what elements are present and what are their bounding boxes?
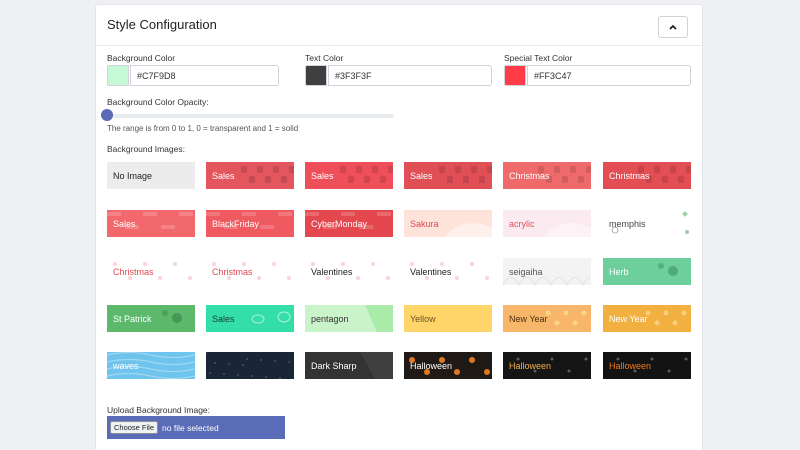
chevron-up-icon [669, 24, 677, 30]
background-color-label: Background Color [107, 53, 176, 63]
background-option[interactable]: Dark Sharp [305, 352, 393, 379]
background-option-label: Sales [113, 218, 136, 229]
card-title: Style Configuration [107, 17, 217, 32]
background-option-label: Sales [212, 313, 235, 324]
background-option-label: pentagon [311, 313, 349, 324]
background-option-label: BlackFriday [212, 218, 260, 229]
background-option-label: New Year [509, 313, 548, 324]
background-option[interactable]: seigaiha [503, 258, 591, 285]
background-option-label: Herb [609, 266, 629, 277]
background-option-label: Yellow [410, 313, 436, 324]
upload-label: Upload Background Image: [107, 405, 211, 415]
background-option[interactable]: Christmas [603, 162, 691, 189]
background-option-label: Valentines [311, 266, 353, 277]
opacity-hint: The range is from 0 to 1, 0 = transparen… [107, 124, 299, 133]
background-option-label: Halloween [410, 360, 453, 371]
background-option[interactable]: St Patrick [107, 305, 195, 332]
background-option[interactable]: Yellow [404, 305, 492, 332]
background-option[interactable] [206, 352, 294, 379]
background-option-label: Christmas [113, 266, 154, 277]
background-color-input[interactable]: #C7F9D8 [130, 65, 279, 86]
background-option[interactable]: memphis [603, 210, 691, 237]
special-text-color-input[interactable]: #FF3C47 [527, 65, 691, 86]
background-option-label: Christmas [509, 170, 550, 181]
background-option[interactable]: Sales [206, 162, 294, 189]
background-option-label: Sakura [410, 218, 439, 229]
opacity-slider-thumb[interactable] [101, 109, 113, 121]
background-option-label: memphis [609, 218, 646, 229]
file-status: no file selected [162, 422, 219, 433]
opacity-label: Background Color Opacity: [107, 97, 209, 107]
background-option-label: CyberMonday [311, 218, 368, 229]
text-color-swatch[interactable] [305, 65, 327, 86]
background-option-label: acrylic [509, 218, 535, 229]
upload-field[interactable]: Choose File no file selected [107, 416, 285, 439]
background-option-label: seigaiha [509, 266, 543, 277]
background-option[interactable]: BlackFriday [206, 210, 294, 237]
background-option[interactable]: New Year [603, 305, 691, 332]
background-option[interactable]: Sakura [404, 210, 492, 237]
background-option[interactable]: Christmas [503, 162, 591, 189]
background-option[interactable]: waves [107, 352, 195, 379]
background-option[interactable]: pentagon [305, 305, 393, 332]
background-option-label: Valentines [410, 266, 452, 277]
background-option[interactable]: Halloween [603, 352, 691, 379]
background-option[interactable]: Valentines [305, 258, 393, 285]
background-option-label: Sales [410, 170, 433, 181]
background-option[interactable]: Halloween [404, 352, 492, 379]
background-option-label: Christmas [212, 266, 253, 277]
background-images-label: Background Images: [107, 144, 185, 154]
background-option[interactable]: Valentines [404, 258, 492, 285]
background-option-label: Halloween [509, 360, 552, 371]
background-option[interactable]: Christmas [206, 258, 294, 285]
background-option-label: St Patrick [113, 313, 152, 324]
background-option-label: Sales [311, 170, 334, 181]
background-option[interactable]: Herb [603, 258, 691, 285]
background-option-label: New Year [609, 313, 648, 324]
text-color-label: Text Color [305, 53, 344, 63]
collapse-button[interactable] [658, 16, 688, 38]
text-color-input[interactable]: #3F3F3F [328, 65, 492, 86]
background-option[interactable]: CyberMonday [305, 210, 393, 237]
background-option[interactable]: Sales [107, 210, 195, 237]
special-text-color-swatch[interactable] [504, 65, 526, 86]
background-option-label: Christmas [609, 170, 650, 181]
background-option[interactable]: acrylic [503, 210, 591, 237]
background-option-label: Sales [212, 170, 235, 181]
background-option[interactable]: Christmas [107, 258, 195, 285]
background-color-swatch[interactable] [107, 65, 129, 86]
choose-file-button[interactable]: Choose File [110, 421, 159, 434]
special-text-color-label: Special Text Color [504, 53, 573, 63]
opacity-slider-track[interactable] [107, 114, 394, 118]
background-option-label: No Image [113, 170, 153, 181]
background-option-label: Dark Sharp [311, 360, 357, 371]
background-option[interactable]: Sales [206, 305, 294, 332]
header-divider [96, 45, 702, 46]
background-option[interactable]: No Image [107, 162, 195, 189]
background-option-label: Halloween [609, 360, 652, 371]
background-option[interactable]: Sales [404, 162, 492, 189]
background-option[interactable]: Sales [305, 162, 393, 189]
style-configuration-card: Style Configuration Background Color #C7… [95, 4, 703, 450]
background-option-label: waves [113, 360, 139, 371]
background-option[interactable]: New Year [503, 305, 591, 332]
background-option[interactable]: Halloween [503, 352, 591, 379]
